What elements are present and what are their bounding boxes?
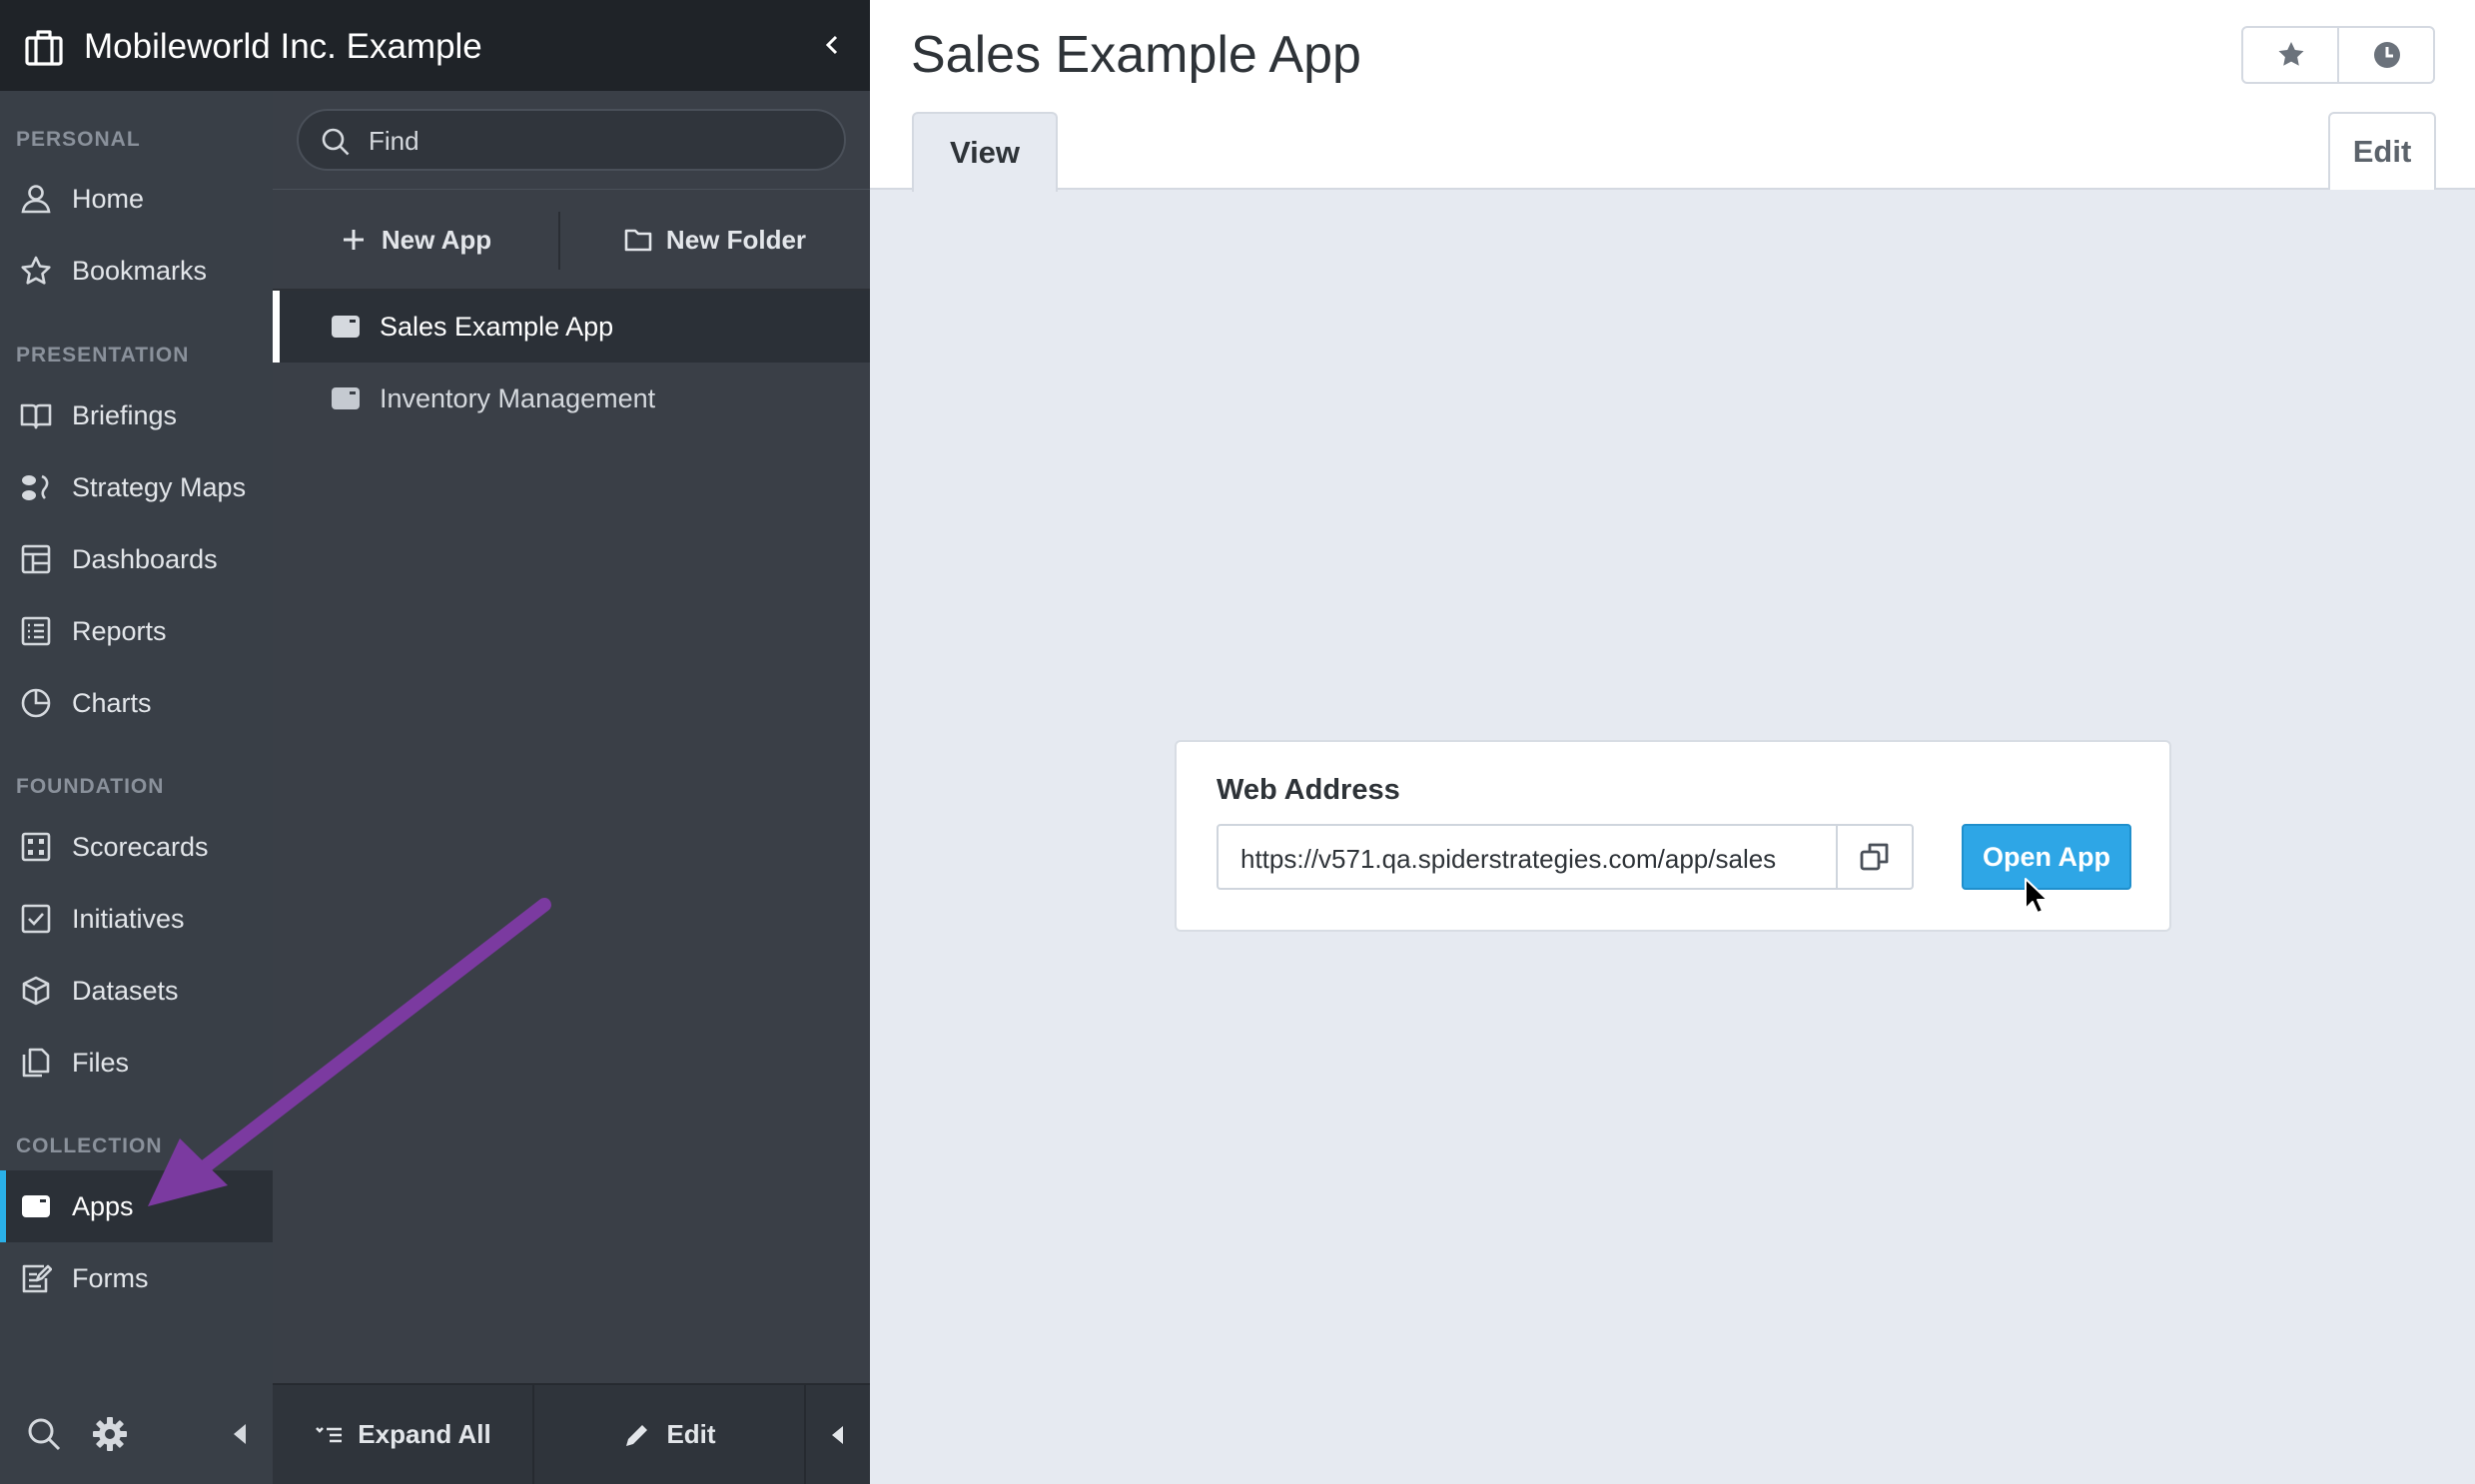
org-name[interactable]: Mobileworld Inc. Example <box>84 22 482 72</box>
dashboard-icon <box>21 544 51 574</box>
pie-chart-icon <box>21 688 51 718</box>
sidebar-item-scorecards[interactable]: Scorecards <box>0 811 273 883</box>
sidebar-item-home[interactable]: Home <box>0 163 273 235</box>
form-edit-icon <box>22 1264 52 1293</box>
expand-all-button[interactable]: Expand All <box>273 1385 532 1484</box>
history-button[interactable] <box>2339 28 2434 82</box>
new-folder-label: New Folder <box>665 224 807 255</box>
report-list-icon <box>21 616 51 646</box>
edit-label: Edit <box>666 1419 716 1449</box>
page-title: Sales Example App <box>911 26 1361 84</box>
sidebar-item-label: Datasets <box>72 976 179 1006</box>
web-address-input[interactable] <box>1238 836 1832 882</box>
sidebar-item-forms[interactable]: Forms <box>0 1242 273 1314</box>
folder-icon <box>624 229 652 252</box>
collapse-left-icon <box>832 1425 843 1444</box>
tree-item-inventory-management[interactable]: Inventory Management <box>273 363 870 434</box>
copy-url-button[interactable] <box>1836 824 1914 890</box>
sidebar: PERSONAL Home Bookmarks PRESENTATION Bri… <box>0 0 273 1484</box>
app-window-icon <box>332 316 360 338</box>
section-label-personal: PERSONAL <box>16 128 141 151</box>
section-label-collection: COLLECTION <box>16 1134 163 1157</box>
sidebar-item-datasets[interactable]: Datasets <box>0 955 273 1027</box>
section-label-foundation: FOUNDATION <box>16 775 165 798</box>
checkbox-icon <box>21 904 51 934</box>
new-app-label: New App <box>381 224 492 255</box>
find-search-box[interactable] <box>297 109 846 171</box>
sidebar-item-label: Apps <box>72 1191 134 1221</box>
app-window-icon <box>332 387 360 409</box>
sidebar-item-label: Home <box>72 184 145 214</box>
edit-button[interactable]: Edit <box>534 1385 804 1484</box>
sidebar-item-label: Charts <box>72 688 152 718</box>
files-icon <box>22 1048 50 1078</box>
person-icon <box>21 185 51 214</box>
sidebar-item-label: Scorecards <box>72 832 209 862</box>
collapse-left-icon[interactable] <box>222 1416 258 1452</box>
mouse-cursor-icon <box>2025 878 2049 914</box>
sidebar-item-label: Strategy Maps <box>72 472 247 502</box>
scorecard-icon <box>21 832 51 862</box>
open-book-icon <box>20 403 52 429</box>
cube-icon <box>22 976 50 1006</box>
tree-item-sales-example-app[interactable]: Sales Example App <box>273 291 870 363</box>
new-folder-button[interactable]: New Folder <box>560 190 870 290</box>
sidebar-item-initiatives[interactable]: Initiatives <box>0 883 273 955</box>
new-app-button[interactable]: New App <box>273 190 558 290</box>
app-browser-panel: New App New Folder Sales Example App Inv… <box>273 91 870 1484</box>
collapse-panel-button[interactable] <box>806 1385 870 1484</box>
sidebar-item-dashboards[interactable]: Dashboards <box>0 523 273 595</box>
sidebar-item-label: Forms <box>72 1263 149 1293</box>
sidebar-item-label: Dashboards <box>72 544 218 574</box>
bookmark-button[interactable] <box>2243 28 2338 82</box>
chevron-left-icon[interactable] <box>817 27 847 63</box>
web-address-card: Web Address Open App <box>1175 740 2171 932</box>
tab-view[interactable]: View <box>912 112 1058 192</box>
sidebar-item-charts[interactable]: Charts <box>0 667 273 739</box>
gear-icon[interactable] <box>92 1416 128 1452</box>
search-icon <box>322 128 350 156</box>
search-icon[interactable] <box>26 1416 62 1452</box>
pencil-icon <box>626 1424 648 1446</box>
org-header: Mobileworld Inc. Example <box>0 0 870 91</box>
copy-icon <box>1860 843 1889 871</box>
sidebar-item-label: Reports <box>72 616 167 646</box>
sidebar-item-apps[interactable]: Apps <box>0 1170 273 1242</box>
main-header: Sales Example App View Edit <box>870 0 2475 192</box>
tree-item-label: Inventory Management <box>380 383 656 413</box>
sidebar-item-briefings[interactable]: Briefings <box>0 379 273 451</box>
app-window-icon <box>22 1195 50 1217</box>
star-outline-icon <box>21 256 51 285</box>
sidebar-item-files[interactable]: Files <box>0 1027 273 1099</box>
panel-footer: Expand All Edit <box>273 1383 870 1484</box>
web-address-label: Web Address <box>1217 774 1400 806</box>
plus-icon <box>343 230 364 250</box>
sidebar-item-label: Briefings <box>72 400 178 430</box>
panel-actions: New App New Folder <box>273 189 870 291</box>
sidebar-item-label: Initiatives <box>72 904 185 934</box>
tree-item-label: Sales Example App <box>380 312 614 342</box>
strategy-map-icon <box>22 474 49 500</box>
sidebar-item-label: Files <box>72 1048 130 1078</box>
sidebar-item-reports[interactable]: Reports <box>0 595 273 667</box>
sidebar-item-bookmarks[interactable]: Bookmarks <box>0 235 273 307</box>
section-label-presentation: PRESENTATION <box>16 344 190 367</box>
sidebar-item-strategy-maps[interactable]: Strategy Maps <box>0 451 273 523</box>
sidebar-footer <box>0 1384 273 1484</box>
web-address-field[interactable] <box>1217 824 1838 890</box>
expand-tree-icon <box>316 1426 343 1442</box>
sidebar-item-label: Bookmarks <box>72 256 208 286</box>
clock-icon <box>2373 42 2400 68</box>
building-icon <box>25 30 63 66</box>
tab-edit[interactable]: Edit <box>2328 112 2436 190</box>
star-icon <box>2278 42 2303 66</box>
expand-all-label: Expand All <box>358 1419 491 1449</box>
header-button-group <box>2241 26 2435 84</box>
find-input[interactable] <box>367 119 820 163</box>
